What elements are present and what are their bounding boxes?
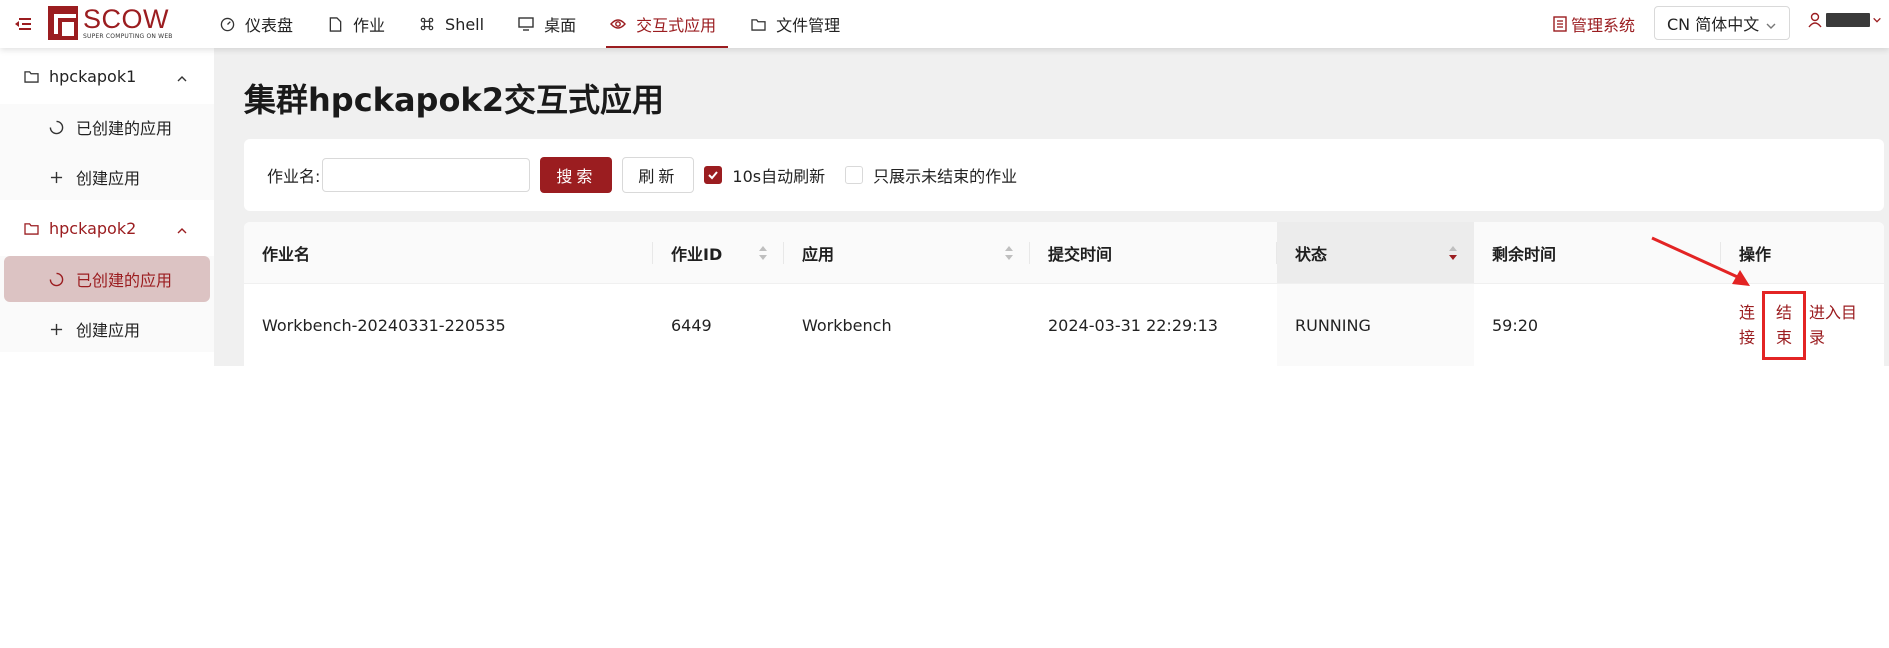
admin-system-label: 管理系统 (1571, 16, 1636, 35)
chevron-up-icon (176, 70, 188, 89)
checkbox-unchecked-icon (845, 166, 864, 184)
sidebar-item-create-app-1[interactable]: 创建应用 (4, 154, 210, 200)
dashboard-icon (219, 16, 235, 32)
desktop-icon (518, 16, 534, 32)
end-job-link[interactable]: 结束 (1762, 290, 1806, 360)
language-select[interactable]: CN 简体中文 (1654, 6, 1790, 40)
cell-job-name: Workbench-20240331-220535 (262, 315, 506, 335)
sidebar-item-created-apps-2[interactable]: 已创建的应用 (4, 256, 210, 302)
plus-icon (48, 169, 64, 185)
annotation-arrow-icon (1651, 236, 1750, 286)
cell-remaining-time: 59:20 (1492, 315, 1539, 335)
chevron-up-icon (176, 222, 188, 241)
unfinished-only-checkbox[interactable]: 只展示未结束的作业 (845, 163, 1017, 187)
eye-icon (610, 16, 627, 32)
nav-desktop[interactable]: 桌面 (506, 0, 588, 48)
admin-list-icon (1553, 16, 1567, 32)
username-redacted (1826, 13, 1870, 27)
cell-job-id: 6449 (671, 315, 712, 335)
admin-system-link[interactable]: 管理系统 (1553, 12, 1635, 36)
main-content: 集群hpckapok2交互式应用 作业名: 搜索 刷新 10s自动刷新 只展示未… (214, 48, 1889, 366)
user-menu[interactable] (1808, 12, 1882, 28)
sidebar: hpckapok1 已创建的应用 创建应用 hpckapok2 已创建的应用 创… (0, 48, 214, 366)
folder-icon (24, 70, 39, 83)
column-label: 剩余时间 (1492, 244, 1557, 264)
table-row: Workbench-20240331-220535 6449 Workbench… (244, 284, 1884, 366)
nav-label: 作业 (353, 16, 386, 35)
search-button[interactable]: 搜索 (540, 157, 613, 193)
sidebar-item-label: 创建应用 (76, 321, 141, 340)
sidebar-group-hpckapok1[interactable]: hpckapok1 (0, 48, 214, 104)
nav-dashboard[interactable]: 仪表盘 (207, 0, 305, 48)
nav-label: 交互式应用 (636, 16, 717, 35)
nav-file-manager[interactable]: 文件管理 (738, 0, 852, 48)
plus-icon (48, 321, 64, 337)
sidebar-item-label: 已创建的应用 (76, 119, 173, 138)
column-header-job-name: 作业名 (244, 222, 653, 283)
unfinished-only-label: 只展示未结束的作业 (873, 167, 1018, 186)
sort-icon (758, 245, 768, 261)
auto-refresh-checkbox[interactable]: 10s自动刷新 (704, 163, 825, 187)
loading-icon (48, 271, 64, 287)
job-name-label: 作业名: (267, 167, 321, 186)
cell-submit-time: 2024-03-31 22:29:13 (1048, 315, 1218, 335)
chevron-down-icon (1765, 17, 1777, 36)
scow-logo[interactable]: SCOW SUPER COMPUTING ON WEB (48, 4, 173, 42)
sort-descending-icon (1448, 245, 1458, 261)
sidebar-item-created-apps-1[interactable]: 已创建的应用 (4, 104, 210, 150)
folder-icon (24, 222, 39, 235)
column-header-status[interactable]: 状态 (1277, 222, 1474, 283)
column-label: 提交时间 (1048, 244, 1113, 264)
nav-label: 仪表盘 (245, 16, 294, 35)
loading-icon (48, 119, 64, 135)
page-title: 集群hpckapok2交互式应用 (244, 81, 664, 119)
filter-bar: 作业名: 搜索 刷新 10s自动刷新 只展示未结束的作业 (244, 139, 1884, 211)
jobs-table: 作业名 作业ID 应用 提交时间 状态 剩余时间 操作 Workbench-20… (244, 222, 1884, 366)
column-header-submit-time: 提交时间 (1030, 222, 1277, 283)
auto-refresh-label: 10s自动刷新 (732, 167, 826, 186)
nav-label: Shell (445, 14, 485, 34)
nav-jobs[interactable]: 作业 (315, 0, 397, 48)
sidebar-item-label: 创建应用 (76, 169, 141, 188)
column-label: 应用 (802, 244, 835, 264)
sidebar-item-create-app-2[interactable]: 创建应用 (4, 306, 210, 352)
refresh-button[interactable]: 刷新 (622, 157, 695, 193)
sort-icon (1004, 245, 1014, 261)
language-value: CN 简体中文 (1667, 15, 1760, 34)
end-job-label: 结束 (1775, 303, 1792, 347)
column-header-job-id[interactable]: 作业ID (653, 222, 784, 283)
sidebar-group-label: hpckapok1 (49, 66, 137, 86)
file-icon (327, 16, 343, 32)
folder-icon (750, 16, 766, 32)
top-navigation-bar: SCOW SUPER COMPUTING ON WEB 仪表盘 作业 Shell (0, 0, 1889, 48)
open-directory-link[interactable]: 进入目录 (1809, 300, 1859, 350)
chevron-down-icon (1872, 15, 1882, 25)
main-nav: 仪表盘 作业 Shell 桌面 交互式应用 文件管理 (207, 0, 862, 48)
user-icon (1808, 12, 1822, 28)
cell-actions: 连接 结束 进入目录 (1721, 284, 1884, 366)
logo-mark-icon (48, 6, 78, 40)
column-label: 作业名 (262, 244, 311, 264)
connect-link[interactable]: 连接 (1739, 300, 1759, 350)
checkbox-checked-icon (704, 166, 723, 184)
nav-interactive-apps[interactable]: 交互式应用 (598, 0, 729, 48)
nav-label: 桌面 (544, 16, 577, 35)
sidebar-item-label: 已创建的应用 (76, 271, 173, 290)
column-label: 状态 (1295, 244, 1328, 264)
logo-text: SCOW (83, 4, 169, 34)
nav-shell[interactable]: Shell (407, 0, 496, 48)
table-header: 作业名 作业ID 应用 提交时间 状态 剩余时间 操作 (244, 222, 1884, 284)
command-icon (419, 16, 435, 32)
job-name-input[interactable] (322, 158, 531, 192)
column-label: 作业ID (671, 244, 723, 264)
cell-status: RUNNING (1277, 284, 1474, 366)
sidebar-group-hpckapok2[interactable]: hpckapok2 (0, 200, 214, 256)
menu-toggle-icon[interactable] (14, 15, 32, 33)
nav-label: 文件管理 (776, 16, 841, 35)
cell-app: Workbench (802, 315, 892, 335)
column-header-app[interactable]: 应用 (784, 222, 1030, 283)
sidebar-group-label: hpckapok2 (49, 218, 137, 238)
logo-subtitle: SUPER COMPUTING ON WEB (83, 33, 173, 40)
